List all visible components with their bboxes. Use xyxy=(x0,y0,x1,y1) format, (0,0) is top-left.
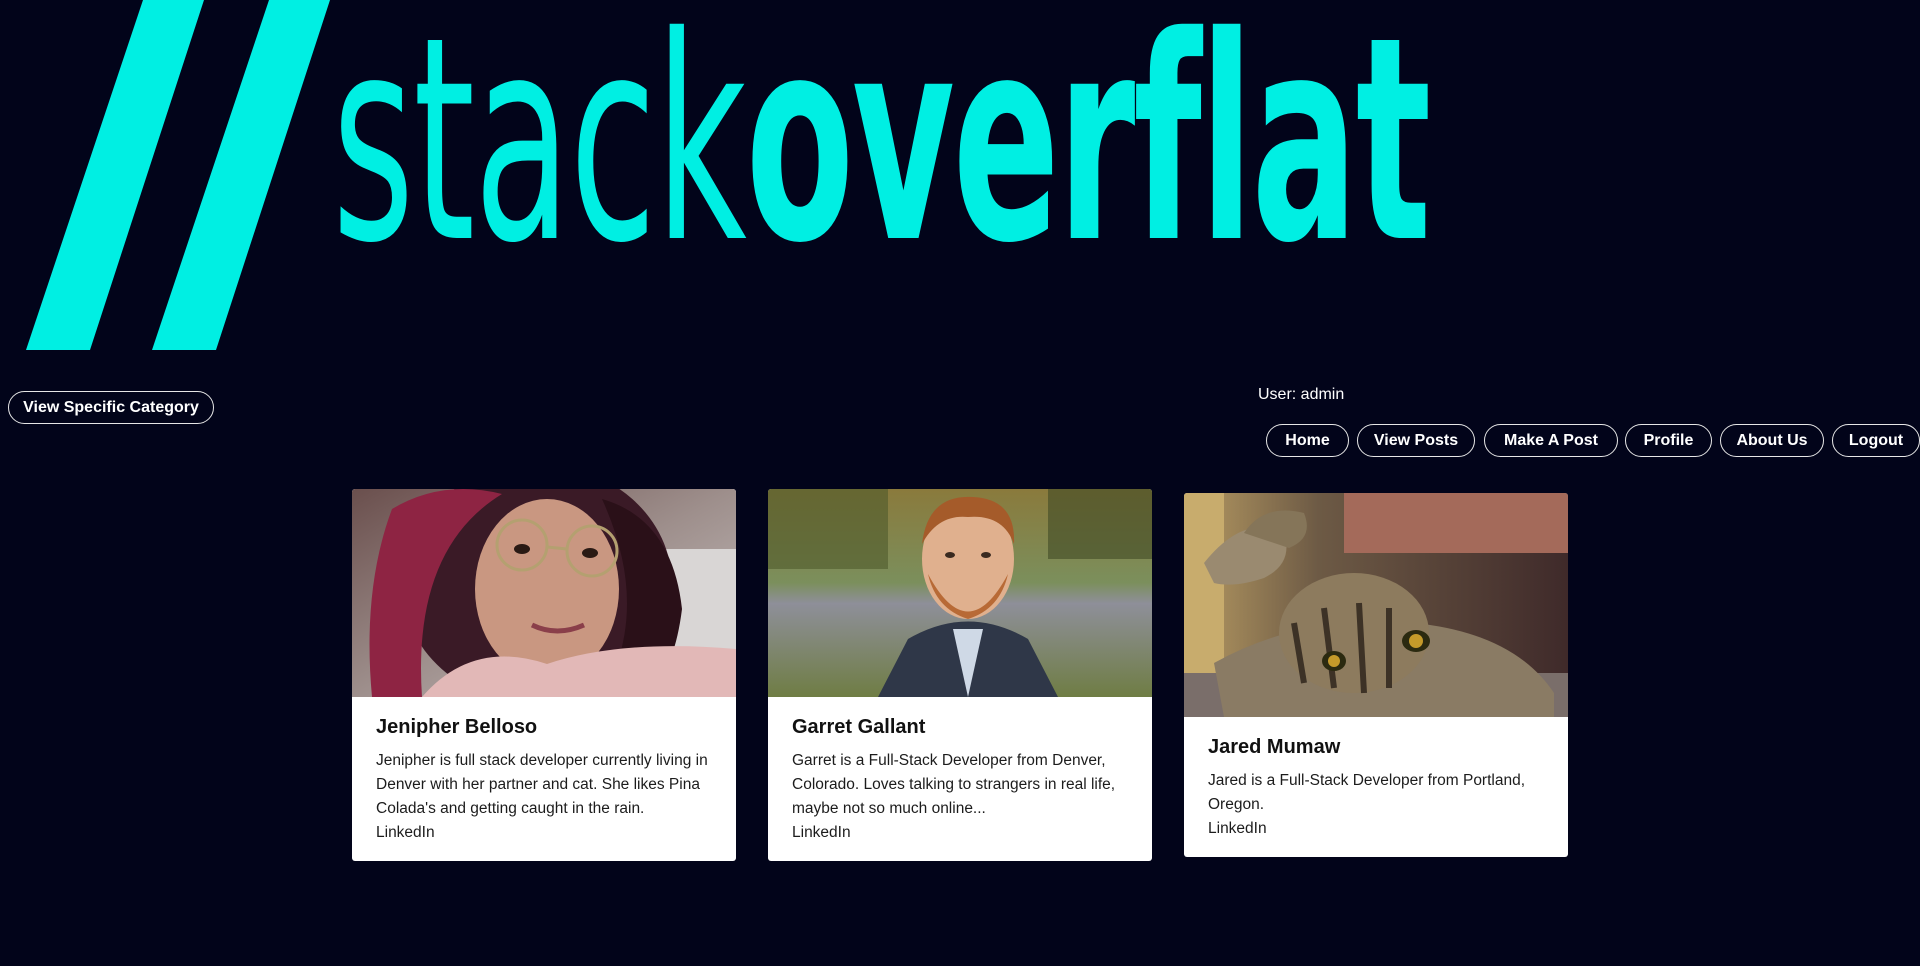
page: stackoverflat View Specific Category Use… xyxy=(0,0,1920,966)
member-bio: Jared is a Full-Stack Developer from Por… xyxy=(1208,772,1526,813)
nav-view-posts-button[interactable]: View Posts xyxy=(1357,424,1475,457)
linkedin-link[interactable]: LinkedIn xyxy=(376,821,712,845)
member-bio: Garret is a Full-Stack Developer from De… xyxy=(792,752,1116,817)
profile-photo-garret xyxy=(768,489,1152,697)
linkedin-link[interactable]: LinkedIn xyxy=(792,821,1128,845)
member-name: Jared Mumaw xyxy=(1208,736,1341,758)
nav-logout-button[interactable]: Logout xyxy=(1832,424,1920,457)
main-nav: Home View Posts Make A Post Profile Abou… xyxy=(0,424,1920,457)
slash-marks-icon xyxy=(26,0,330,350)
nav-home-button[interactable]: Home xyxy=(1266,424,1349,457)
nav-profile-button[interactable]: Profile xyxy=(1625,424,1712,457)
member-name: Jenipher Belloso xyxy=(376,716,538,738)
member-name: Garret Gallant xyxy=(792,716,926,738)
logo-text-stack: stack xyxy=(332,0,747,305)
site-logo[interactable]: stackoverflat xyxy=(0,0,1920,360)
nav-about-us-button[interactable]: About Us xyxy=(1720,424,1824,457)
team-card: Garret Gallant Garret is a Full-Stack De… xyxy=(768,489,1152,861)
logo-text-overflat: overflat xyxy=(745,0,1432,305)
profile-photo-jenipher xyxy=(352,489,736,697)
team-card: Jenipher Belloso Jenipher is full stack … xyxy=(352,489,736,861)
view-specific-category-button[interactable]: View Specific Category xyxy=(8,391,214,424)
profile-photo-jared-cat xyxy=(1184,493,1568,717)
linkedin-link[interactable]: LinkedIn xyxy=(1208,817,1544,841)
team-card: Jared Mumaw Jared is a Full-Stack Develo… xyxy=(1184,493,1568,857)
member-bio: Jenipher is full stack developer current… xyxy=(376,752,708,817)
user-label: User: admin xyxy=(1258,386,1345,403)
logo-wordmark: stackoverflat xyxy=(332,0,1431,282)
nav-make-a-post-button[interactable]: Make A Post xyxy=(1484,424,1618,457)
